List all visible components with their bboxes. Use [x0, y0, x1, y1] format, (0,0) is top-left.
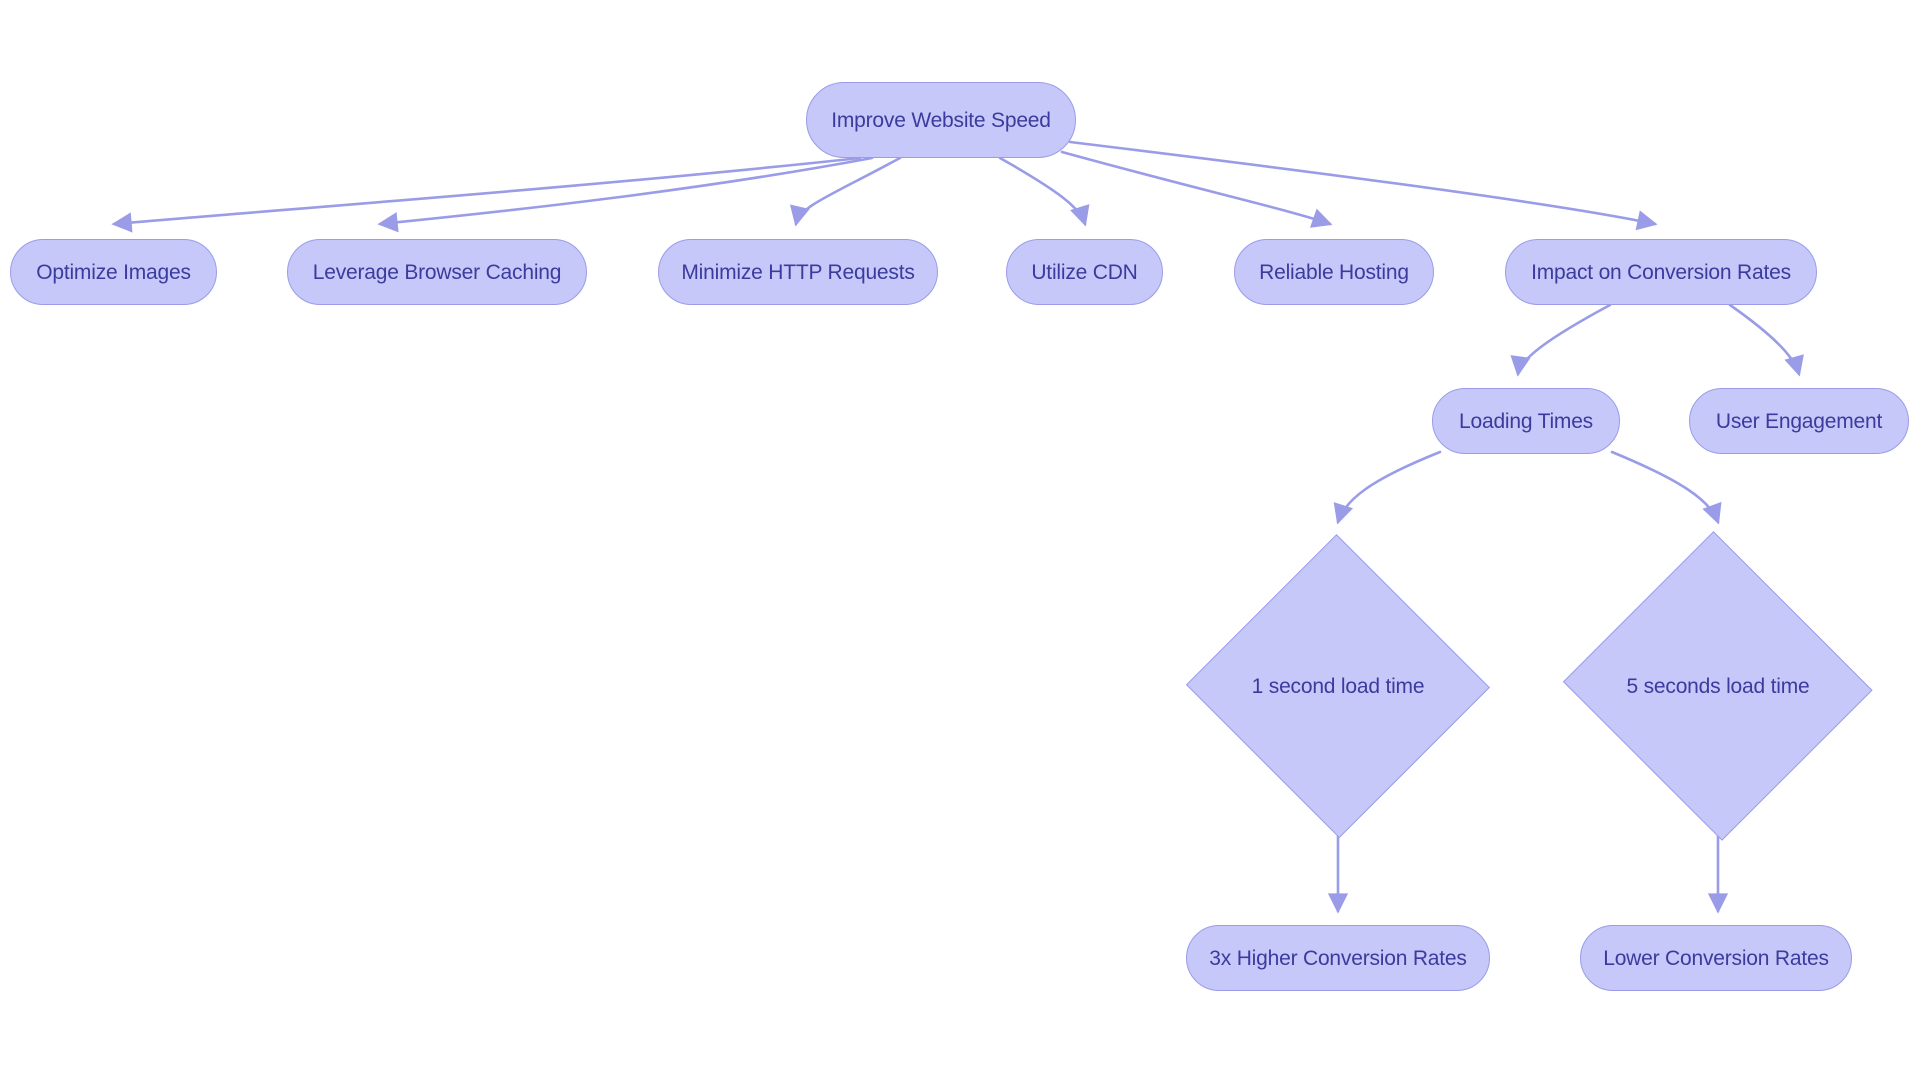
- node-label: Improve Website Speed: [831, 108, 1051, 132]
- node-label: Loading Times: [1459, 409, 1593, 433]
- node-label: 3x Higher Conversion Rates: [1209, 946, 1467, 970]
- root-to-browser-caching: [377, 156, 874, 233]
- root-to-impact-conversion: [1068, 140, 1658, 231]
- node-minimize-http-requests[interactable]: Minimize HTTP Requests: [658, 239, 938, 305]
- node-user-engagement[interactable]: User Engagement: [1689, 388, 1909, 454]
- node-label: 5 seconds load time: [1626, 674, 1810, 698]
- node-label: Optimize Images: [36, 260, 191, 284]
- node-one-second-load-time[interactable]: 1 second load time: [1186, 534, 1490, 838]
- node-five-seconds-load-time[interactable]: 5 seconds load time: [1560, 531, 1876, 841]
- node-improve-website-speed[interactable]: Improve Website Speed: [806, 82, 1076, 158]
- node-reliable-hosting[interactable]: Reliable Hosting: [1234, 239, 1434, 305]
- loading-to-five-seconds: [1610, 450, 1722, 525]
- node-3x-higher-conversion-rates[interactable]: 3x Higher Conversion Rates: [1186, 925, 1490, 991]
- node-label: Leverage Browser Caching: [312, 260, 562, 284]
- node-utilize-cdn[interactable]: Utilize CDN: [1006, 239, 1163, 305]
- node-optimize-images[interactable]: Optimize Images: [10, 239, 217, 305]
- node-label: 1 second load time: [1251, 674, 1425, 698]
- flowchart-canvas: Improve Website Speed Optimize Images Le…: [0, 0, 1920, 1080]
- impact-to-loading-times: [1510, 303, 1612, 377]
- node-label: Utilize CDN: [1031, 260, 1138, 284]
- root-to-reliable-hosting: [1060, 150, 1333, 228]
- node-label: Minimize HTTP Requests: [681, 260, 915, 284]
- node-label: Lower Conversion Rates: [1603, 946, 1829, 970]
- node-lower-conversion-rates[interactable]: Lower Conversion Rates: [1580, 925, 1852, 991]
- loading-to-one-second: [1333, 450, 1442, 525]
- root-to-utilize-cdn: [998, 156, 1090, 227]
- root-to-optimize-images: [111, 156, 862, 233]
- node-loading-times[interactable]: Loading Times: [1432, 388, 1620, 454]
- node-label: User Engagement: [1715, 409, 1883, 433]
- node-impact-on-conversion-rates[interactable]: Impact on Conversion Rates: [1505, 239, 1817, 305]
- node-leverage-browser-caching[interactable]: Leverage Browser Caching: [287, 239, 587, 305]
- impact-to-user-engagement: [1728, 303, 1804, 377]
- node-label: Impact on Conversion Rates: [1531, 260, 1791, 284]
- node-label: Reliable Hosting: [1259, 260, 1409, 284]
